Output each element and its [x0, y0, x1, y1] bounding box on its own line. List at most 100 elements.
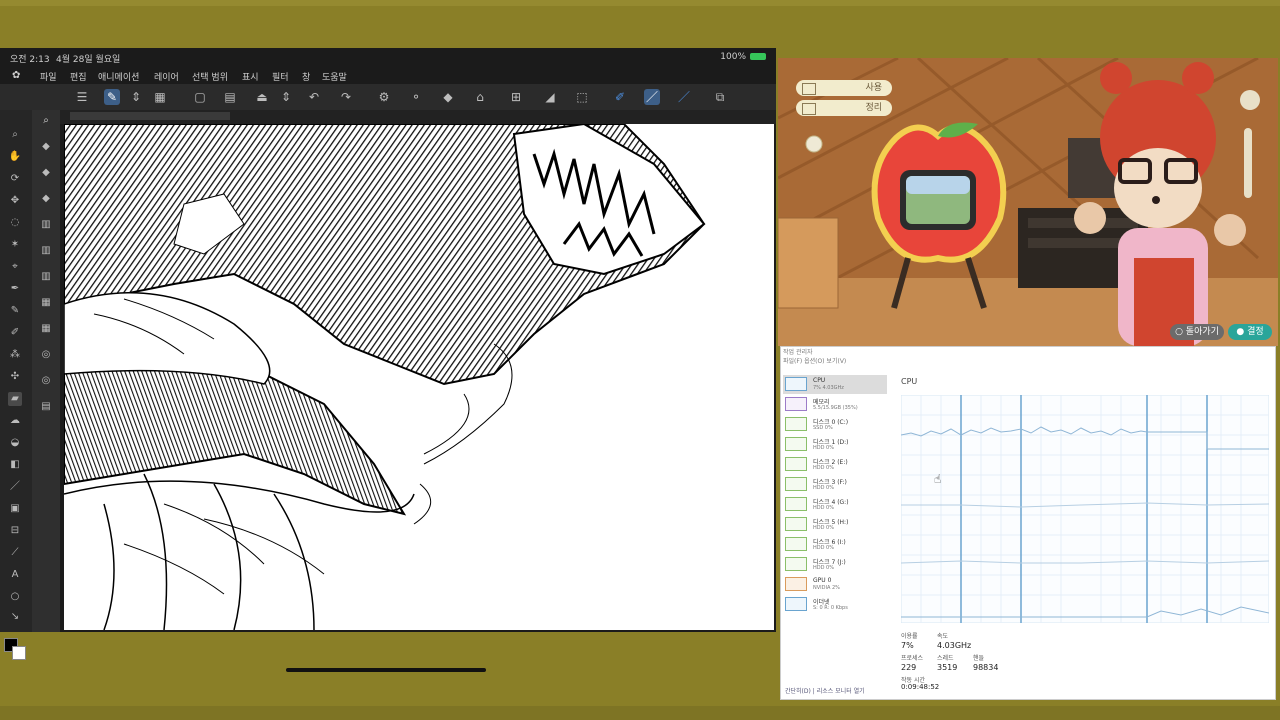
hud-item-organize-label: 정리 [865, 103, 882, 113]
rotate-icon[interactable]: ⟳ [8, 172, 22, 186]
subtool-4-icon[interactable]: ▥ [39, 218, 53, 232]
menu-edit[interactable]: 편집 [70, 70, 87, 83]
task-manager-footer[interactable]: 간단히(D) | 리소스 모니터 열기 [785, 686, 865, 695]
memory-sparkline [785, 397, 807, 411]
subtool-2-icon[interactable]: ◆ [39, 166, 53, 180]
new-canvas-icon[interactable]: ▢ [192, 89, 208, 105]
file-name-label [70, 112, 230, 120]
layer-grid-icon[interactable]: ▦ [152, 89, 168, 105]
vector-icon[interactable]: ⟋ [8, 546, 22, 560]
lasso-icon[interactable]: ◌ [8, 216, 22, 230]
perf-item-disk-3[interactable]: 디스크 3 (F:) HDD 0% [783, 475, 887, 494]
cpu-panel-title: CPU [901, 377, 918, 386]
stamp-icon[interactable]: ⚬ [408, 89, 424, 105]
hand-icon[interactable]: ✋ [8, 150, 22, 164]
perf-item-disk-0[interactable]: 디스크 0 (C:) SSD 0% [783, 415, 887, 434]
selection-icon[interactable]: ◢ [542, 89, 558, 105]
cpu-stats: 이용률 속도 7% 4.03GHz 프로세스 스레드 핸들 229 3519 9… [901, 631, 1131, 691]
blend-icon[interactable]: ☁ [8, 414, 22, 428]
back-button[interactable]: ○ 돌아가기 [1170, 324, 1224, 340]
open-file-icon[interactable]: ▤ [222, 89, 238, 105]
decoration-icon[interactable]: ✣ [8, 370, 22, 384]
hud-item-use[interactable]: 사용 [796, 80, 892, 96]
pen-tool-icon[interactable]: ✒ [8, 282, 22, 296]
drawing-canvas[interactable] [64, 124, 774, 630]
subtool-7-icon[interactable]: ▦ [39, 296, 53, 310]
app-menu-bar: ✿ 파일 편집 애니메이션 레이어 선택 범위 표시 필터 창 도움말 [0, 66, 776, 84]
menu-layer[interactable]: 레이어 [154, 70, 179, 83]
figure-icon[interactable]: ／ [8, 480, 22, 494]
stat-value: 7% [901, 641, 914, 650]
perf-item-gpu[interactable]: GPU 0 NVIDIA 2% [783, 575, 887, 594]
transform-icon[interactable]: ⌂ [472, 89, 488, 105]
gradient-icon[interactable]: ◧ [8, 458, 22, 472]
pencil-icon[interactable]: ／ [644, 89, 660, 105]
fill-icon[interactable]: ◒ [8, 436, 22, 450]
hamburger-menu-icon[interactable]: ☰ [74, 89, 90, 105]
perf-item-value: HDD 0% [813, 505, 834, 511]
disk-sparkline [785, 477, 807, 491]
menu-selection[interactable]: 선택 범위 [192, 70, 228, 83]
subtool-3-icon[interactable]: ◆ [39, 192, 53, 206]
magic-wand-icon[interactable]: ✶ [8, 238, 22, 252]
subtool-10-icon[interactable]: ◎ [39, 374, 53, 388]
settings-gear-icon[interactable]: ⚙ [376, 89, 392, 105]
subtool-5-icon[interactable]: ▥ [39, 244, 53, 258]
perf-item-memory[interactable]: 메모리 5.5/15.9GB (35%) [783, 395, 887, 414]
battery-icon [750, 53, 766, 60]
menu-animation[interactable]: 애니메이션 [98, 70, 139, 83]
eraser-icon[interactable]: ／ [676, 89, 692, 105]
window-menu[interactable]: 파일(F) 옵션(O) 보기(V) [783, 358, 1183, 366]
undo-icon[interactable]: ↶ [306, 89, 322, 105]
ruler-tool-icon[interactable]: ⊟ [8, 524, 22, 538]
subtool-1-icon[interactable]: ◆ [39, 140, 53, 154]
stepper-icon[interactable]: ⇕ [128, 89, 144, 105]
stat-value: 98834 [973, 663, 999, 672]
brush-icon[interactable]: ✐ [8, 326, 22, 340]
balloon-icon[interactable]: ○ [8, 590, 22, 604]
perf-item-cpu[interactable]: CPU 7% 4.03GHz [783, 375, 887, 394]
app-logo-icon[interactable]: ✿ [12, 70, 20, 81]
perf-item-disk-6[interactable]: 디스크 6 (I:) HDD 0% [783, 535, 887, 554]
menu-filter[interactable]: 필터 [272, 70, 289, 83]
perf-item-disk-5[interactable]: 디스크 5 (H:) HDD 0% [783, 515, 887, 534]
perf-item-disk-4[interactable]: 디스크 4 (G:) HDD 0% [783, 495, 887, 514]
perf-item-disk-2[interactable]: 디스크 2 (E:) HDD 0% [783, 455, 887, 474]
perf-item-disk-7[interactable]: 디스크 7 (J:) HDD 0% [783, 555, 887, 574]
text-icon[interactable]: A [8, 568, 22, 582]
brush-tool-icon[interactable]: ✎ [104, 89, 120, 105]
subtool-6-icon[interactable]: ▥ [39, 270, 53, 284]
pencil-tool-icon[interactable]: ✎ [8, 304, 22, 318]
perf-item-value: HDD 0% [813, 445, 834, 451]
redo-icon[interactable]: ↷ [338, 89, 354, 105]
eyedropper-icon[interactable]: ⌖ [8, 260, 22, 274]
background-color-swatch[interactable] [12, 646, 26, 660]
subtool-8-icon[interactable]: ▦ [39, 322, 53, 336]
zoom-icon[interactable]: ⌕ [8, 128, 22, 142]
frame-icon[interactable]: ▣ [8, 502, 22, 516]
export-icon[interactable]: ⧉ [712, 89, 728, 105]
perf-item-disk-1[interactable]: 디스크 1 (D:) HDD 0% [783, 435, 887, 454]
stat-value: 229 [901, 663, 917, 672]
status-date: 4월 28일 월요일 [56, 55, 121, 65]
crop-icon[interactable]: ⬚ [574, 89, 590, 105]
perf-item-ethernet[interactable]: 이더넷 S: 0 R: 0 Kbps [783, 595, 887, 614]
airbrush-icon[interactable]: ⁂ [8, 348, 22, 362]
pen-icon[interactable]: ✐ [612, 89, 628, 105]
move-icon[interactable]: ✥ [8, 194, 22, 208]
menu-view[interactable]: 표시 [242, 70, 259, 83]
fill-bucket-icon[interactable]: ◆ [440, 89, 456, 105]
subtool-11-icon[interactable]: ▤ [39, 400, 53, 414]
search-icon[interactable]: ⌕ [39, 114, 53, 128]
confirm-button[interactable]: ● 결정 [1228, 324, 1272, 340]
ruler-icon[interactable]: ⊞ [508, 89, 524, 105]
stepper-icon-2[interactable]: ⇕ [278, 89, 294, 105]
menu-help[interactable]: 도움말 [322, 70, 347, 83]
hud-item-organize[interactable]: 정리 [796, 100, 892, 116]
menu-window[interactable]: 창 [302, 70, 310, 83]
eraser-tool-icon[interactable]: ▰ [8, 392, 22, 406]
menu-file[interactable]: 파일 [40, 70, 57, 83]
correction-icon[interactable]: ↘ [8, 610, 22, 624]
subtool-9-icon[interactable]: ◎ [39, 348, 53, 362]
save-icon[interactable]: ⏏ [254, 89, 270, 105]
